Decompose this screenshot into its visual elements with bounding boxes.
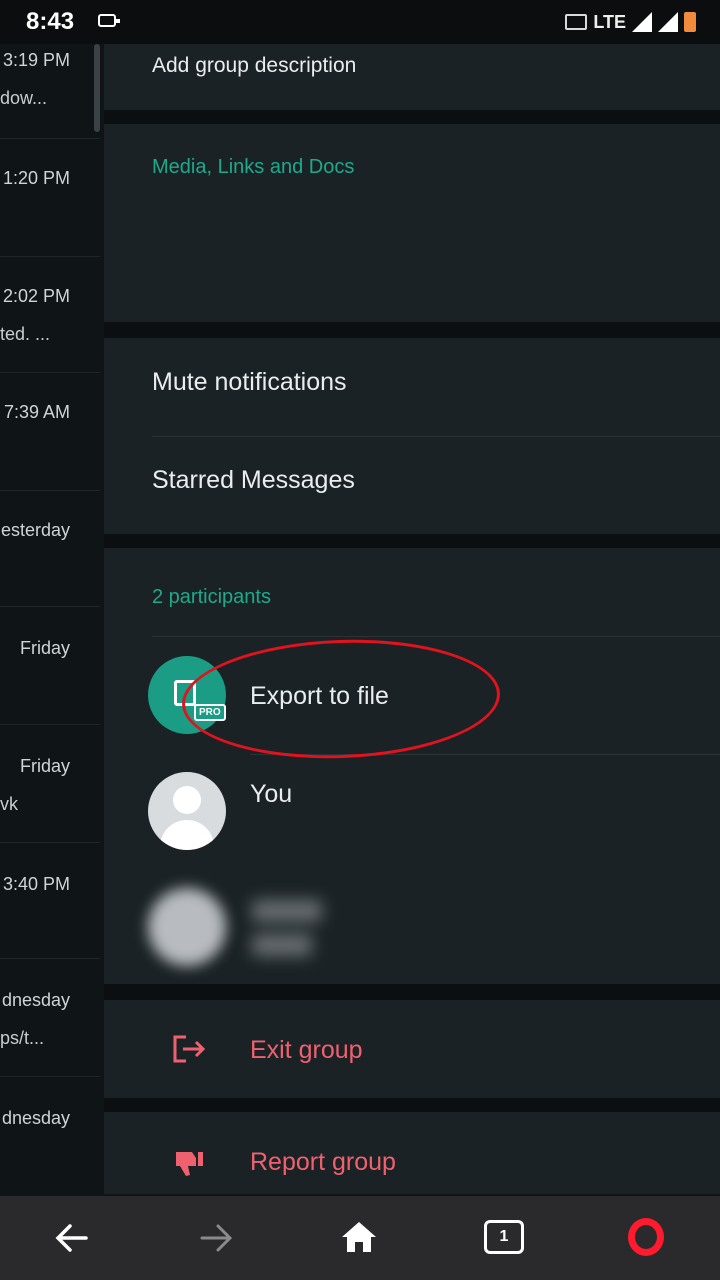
media-card[interactable]: Media, Links and Docs [104,124,720,322]
divider [0,372,100,373]
tabs-icon[interactable]: 1 [484,1220,524,1254]
mute-notifications[interactable]: Mute notifications [152,368,347,397]
divider [0,606,100,607]
starred-messages[interactable]: Starred Messages [152,466,355,495]
blurred-name [252,900,322,922]
forward-arrow-icon[interactable] [198,1222,234,1254]
video-icon [98,14,120,27]
back-arrow-icon[interactable] [54,1222,90,1254]
chat-preview: vk [0,794,18,814]
divider [0,724,100,725]
chat-preview: dow... [0,88,48,108]
divider [250,754,720,755]
chat-time: dnesday [1,990,70,1010]
export-icon [174,680,196,706]
signal-icon [632,12,652,32]
participants-card: 2 participants PRO Export to file You [104,548,720,984]
signal-icon-2 [658,12,678,32]
status-icons: LTE [565,10,696,34]
exit-group-button[interactable]: Exit group [250,1036,363,1065]
divider [0,1076,100,1077]
chat-time: Friday [19,638,70,658]
divider [0,256,100,257]
report-group-row[interactable]: Report group [104,1112,720,1194]
divider [0,490,100,491]
group-description[interactable]: Add group description [152,54,356,78]
network-type: LTE [593,11,626,32]
media-title[interactable]: Media, Links and Docs [152,156,354,179]
chat-time: 2:02 PM [2,286,70,306]
export-avatar[interactable]: PRO [148,656,226,734]
screencast-icon [565,14,588,30]
chat-time: 3:40 PM [2,874,70,894]
chat-preview: ps/t... [0,1028,45,1048]
description-card[interactable]: Add group description [104,44,720,110]
chat-time: 3:19 PM [2,50,70,70]
status-time: 8:43 [26,8,75,35]
avatar[interactable] [148,772,226,850]
divider [152,636,720,637]
thumbs-down-icon [176,1152,203,1176]
person-icon [173,786,201,814]
pro-badge: PRO [194,704,226,721]
report-group-button[interactable]: Report group [250,1148,396,1177]
divider [0,138,100,139]
chat-list[interactable]: 3:19 PM dow... 1:20 PM 2:02 PM ted. ... … [0,44,100,1194]
scrollbar[interactable] [94,44,100,132]
home-icon[interactable] [340,1220,378,1254]
blurred-avatar[interactable] [148,888,226,966]
exit-group-row[interactable]: Exit group [104,1000,720,1098]
chat-time: 7:39 AM [3,402,70,422]
export-to-file[interactable]: Export to file [250,682,389,711]
battery-icon [684,12,696,32]
chat-time: Friday [19,756,70,776]
chat-time: esterday [0,520,70,540]
divider [0,842,100,843]
settings-card: Mute notifications Starred Messages [104,338,720,534]
blurred-status [252,934,312,956]
divider [0,958,100,959]
participant-you[interactable]: You [250,780,292,809]
opera-menu-icon[interactable] [628,1218,664,1256]
chat-preview: ted. ... [0,324,51,344]
bottom-nav: 1 [0,1196,720,1280]
chat-time: dnesday [1,1108,70,1128]
chat-time: 1:20 PM [2,168,70,188]
divider [152,436,720,437]
participants-title: 2 participants [152,586,271,608]
status-bar: 8:43 LTE [0,0,720,44]
exit-icon [173,1035,206,1063]
group-info-panel: Add group description Media, Links and D… [104,44,720,1194]
